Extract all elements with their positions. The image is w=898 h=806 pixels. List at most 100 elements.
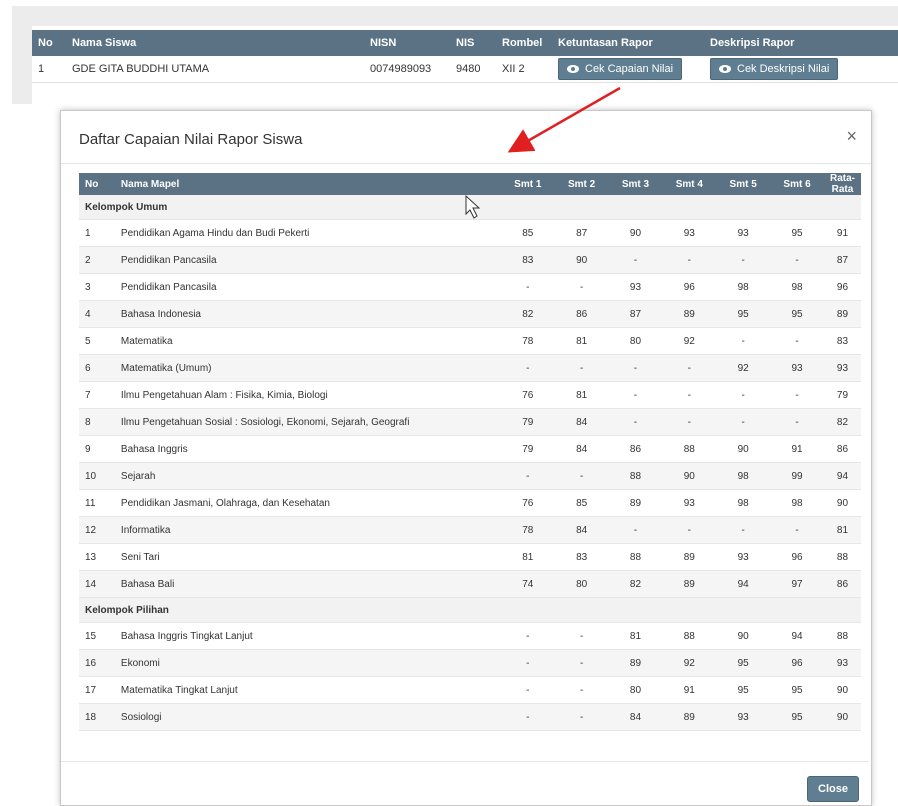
header-smt4: Smt 4 xyxy=(662,173,717,195)
row-mapel: Pendidikan Pancasila xyxy=(114,246,501,274)
row-mapel: Seni Tari xyxy=(114,543,501,571)
row-mapel: Bahasa Indonesia xyxy=(114,300,501,328)
row-smt1: 76 xyxy=(500,489,555,517)
col-nis: NIS xyxy=(450,30,496,56)
row-smt2: - xyxy=(554,622,609,650)
row-no: 9 xyxy=(79,435,115,463)
row-smt1: 74 xyxy=(500,570,555,598)
row-smt1: 78 xyxy=(500,516,555,544)
row-mapel: Bahasa Bali xyxy=(114,570,501,598)
row-rata-rata: 88 xyxy=(823,622,861,650)
row-smt5: 95 xyxy=(716,649,771,677)
modal-header: Daftar Capaian Nilai Rapor Siswa × xyxy=(61,111,871,164)
table-row: 14 Bahasa Bali 74 80 82 89 94 97 86 xyxy=(79,570,861,598)
row-smt4: 93 xyxy=(662,219,717,247)
row-no: 5 xyxy=(79,327,115,355)
row-smt3: 80 xyxy=(608,676,663,704)
table-row: 15 Bahasa Inggris Tingkat Lanjut - -81 88 90 9… xyxy=(79,622,861,650)
group-label: Kelompok Pilihan xyxy=(79,597,861,623)
student-table: No Nama Siswa NISN NIS Rombel Ketuntasan… xyxy=(32,30,898,83)
row-smt1: - xyxy=(500,649,555,677)
row-smt3: 90 xyxy=(608,219,663,247)
row-smt5: 92 xyxy=(716,354,771,382)
modal-footer: Close xyxy=(61,761,869,806)
row-smt4: 90 xyxy=(662,462,717,490)
table-row: 4 Bahasa Indonesia 82 86 87 89 95 95 89 xyxy=(79,300,861,328)
row-smt5: 98 xyxy=(716,489,771,517)
header-smt3: Smt 3 xyxy=(608,173,663,195)
row-mapel: Ekonomi xyxy=(114,649,501,677)
row-no: 1 xyxy=(79,219,115,247)
row-smt5: - xyxy=(716,327,771,355)
table-row: 8 Ilmu Pengetahuan Sosial : Sosiologi, Ek… xyxy=(79,408,861,436)
row-rata-rata: 93 xyxy=(823,649,861,677)
row-no: 15 xyxy=(79,622,115,650)
student-table-header: No Nama Siswa NISN NIS Rombel Ketuntasan… xyxy=(32,30,898,56)
row-rata-rata: 87 xyxy=(823,246,861,274)
row-smt2: 80 xyxy=(554,570,609,598)
row-smt6: - xyxy=(770,381,824,409)
col-no: No xyxy=(32,30,66,56)
table-row: 16 Ekonomi - -89 92 95 96 93 xyxy=(79,649,861,677)
table-row: 2 Pendidikan Pancasila 83 90- - - -87 xyxy=(79,246,861,274)
table-row: 13 Seni Tari 81 83 88 89 93 96 88 xyxy=(79,543,861,571)
row-smt3: 82 xyxy=(608,570,663,598)
row-rata-rata: 90 xyxy=(823,703,861,731)
row-smt6: 98 xyxy=(770,489,824,517)
row-smt1: - xyxy=(500,703,555,731)
row-capaian-cell: Cek Capaian Nilai xyxy=(552,56,704,83)
row-rata-rata: 90 xyxy=(823,676,861,704)
side-strip xyxy=(12,26,32,104)
table-row: 9 Bahasa Inggris 79 84 86 88 90 91 86 xyxy=(79,435,861,463)
cek-deskripsi-nilai-button[interactable]: Cek Deskripsi Nilai xyxy=(710,58,839,80)
row-mapel: Ilmu Pengetahuan Sosial : Sosiologi, Eko… xyxy=(114,408,501,436)
row-smt1: 79 xyxy=(500,435,555,463)
row-smt6: - xyxy=(770,327,824,355)
row-smt4: 89 xyxy=(662,570,717,598)
table-row: 1 GDE GITA BUDDHI UTAMA 0074989093 9480 … xyxy=(32,56,898,83)
table-row: 11 Pendidikan Jasmani, Olahraga, dan Kese… xyxy=(79,489,861,517)
row-smt3: 81 xyxy=(608,622,663,650)
row-smt3: 89 xyxy=(608,649,663,677)
row-rata-rata: 91 xyxy=(823,219,861,247)
row-smt2: 81 xyxy=(554,381,609,409)
row-smt4: 92 xyxy=(662,327,717,355)
row-smt3: 93 xyxy=(608,273,663,301)
row-smt6: 94 xyxy=(770,622,824,650)
row-smt1: 85 xyxy=(500,219,555,247)
table-row: 18 Sosiologi - -84 89 93 95 90 xyxy=(79,703,861,731)
close-icon[interactable]: × xyxy=(846,127,857,145)
grades-table: No Nama Mapel Smt 1 Smt 2 Smt 3 Smt 4 Sm… xyxy=(79,173,861,731)
row-smt5: 90 xyxy=(716,622,771,650)
row-smt5: - xyxy=(716,516,771,544)
row-nis: 9480 xyxy=(450,56,496,83)
col-deskripsi-rapor: Deskripsi Rapor xyxy=(704,30,898,56)
row-smt1: - xyxy=(500,676,555,704)
row-rata-rata: 86 xyxy=(823,570,861,598)
row-rata-rata: 90 xyxy=(823,489,861,517)
row-smt6: 98 xyxy=(770,273,824,301)
row-smt5: 98 xyxy=(716,462,771,490)
row-smt2: 84 xyxy=(554,516,609,544)
row-smt4: - xyxy=(662,408,717,436)
cek-capaian-label: Cek Capaian Nilai xyxy=(585,63,674,75)
row-smt6: 99 xyxy=(770,462,824,490)
row-smt5: 90 xyxy=(716,435,771,463)
table-row: 5 Matematika 78 81 80 92- -83 xyxy=(79,327,861,355)
row-mapel: Pendidikan Agama Hindu dan Budi Pekerti xyxy=(114,219,501,247)
row-no: 10 xyxy=(79,462,115,490)
row-smt2: 86 xyxy=(554,300,609,328)
row-smt4: 88 xyxy=(662,622,717,650)
row-smt4: - xyxy=(662,516,717,544)
row-smt3: 80 xyxy=(608,327,663,355)
row-smt3: 88 xyxy=(608,543,663,571)
row-smt6: 91 xyxy=(770,435,824,463)
row-smt2: - xyxy=(554,703,609,731)
row-smt3: - xyxy=(608,516,663,544)
row-mapel: Informatika xyxy=(114,516,501,544)
cek-capaian-nilai-button[interactable]: Cek Capaian Nilai xyxy=(558,58,683,80)
row-mapel: Matematika Tingkat Lanjut xyxy=(114,676,501,704)
row-smt2: 90 xyxy=(554,246,609,274)
close-button[interactable]: Close xyxy=(807,776,859,802)
row-no: 2 xyxy=(79,246,115,274)
